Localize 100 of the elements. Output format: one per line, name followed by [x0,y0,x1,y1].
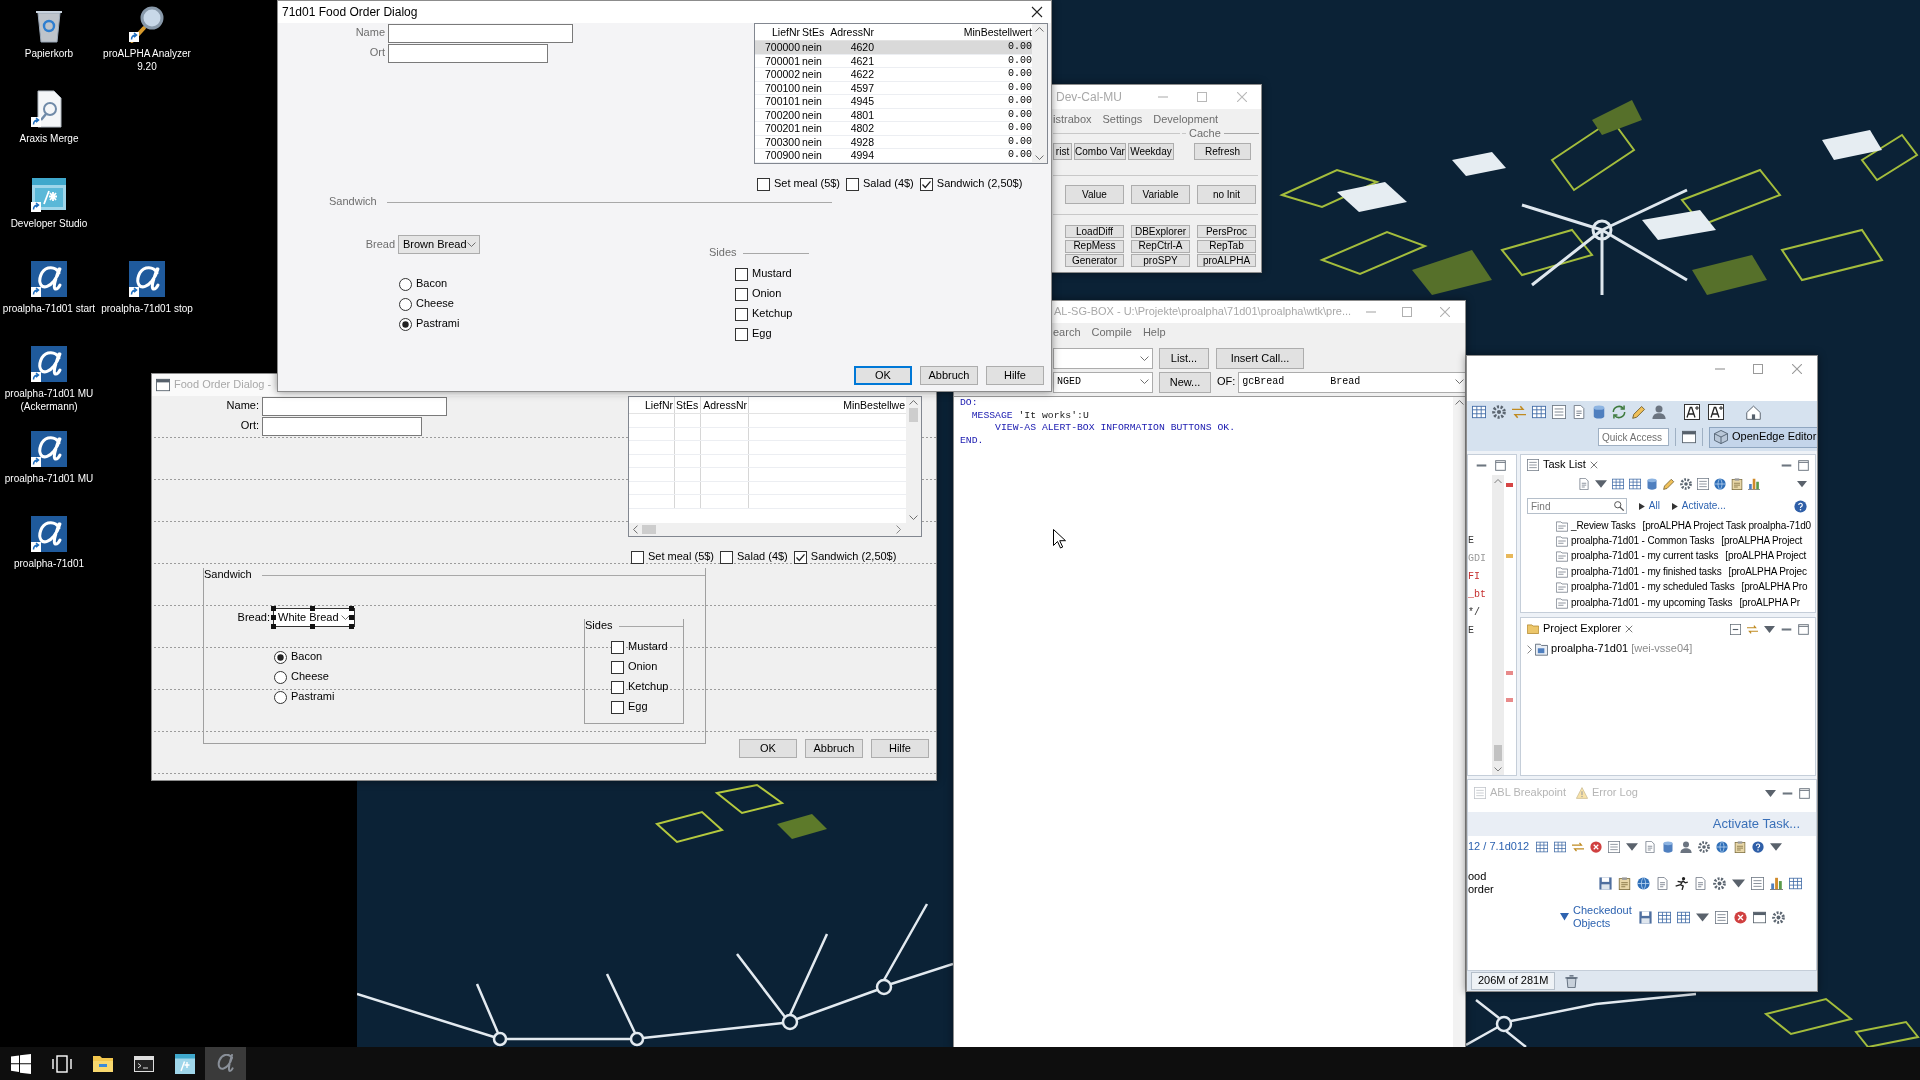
tool-button[interactable]: Combo Var [1074,143,1126,160]
text-field[interactable] [262,396,447,416]
bar-chart-icon[interactable] [1748,478,1760,490]
table-row[interactable]: 700200 nein 4801 0.00 [755,108,1032,122]
table-row[interactable]: 700201 nein 4802 0.00 [755,122,1032,136]
triangle-down-icon[interactable] [1770,841,1782,853]
text-size-icon[interactable] [1708,404,1724,420]
help-icon[interactable] [1794,499,1807,513]
maximize-icon[interactable] [1799,787,1810,799]
checkbox[interactable] [846,177,860,191]
list-icon[interactable] [1715,910,1728,924]
gear-icon[interactable] [1772,910,1785,924]
gear-icon[interactable] [1492,405,1506,419]
task-list-item[interactable]: proalpha-71d01 - my current tasks [proALPHA Project [1556,548,1807,565]
table-icon[interactable] [1532,405,1546,419]
table-icon[interactable] [1677,910,1690,924]
menu-item[interactable]: Help [1142,326,1166,340]
checkbox[interactable] [611,640,624,654]
checkbox[interactable] [735,307,748,321]
menu-item[interactable]: Development [1153,112,1219,127]
column-header[interactable]: AdressNr [701,397,749,413]
menu-item[interactable]: istrabox [1053,112,1092,127]
section-label[interactable]: Checkedout Objects [1573,904,1635,930]
checkbox-label[interactable]: Set meal (5$) [648,550,715,564]
checkbox[interactable] [611,680,624,694]
text-field[interactable] [388,23,573,43]
page-icon[interactable] [1572,405,1586,419]
triangle-down-icon[interactable] [1765,787,1776,799]
radio-button[interactable] [274,690,287,704]
checkbox-label[interactable]: Sandwich (2,50$) [936,177,1023,191]
triangle-right-icon[interactable] [1671,502,1678,510]
globe-icon[interactable] [1637,876,1650,890]
tool-button[interactable]: DBExplorer [1131,225,1190,238]
page-icon[interactable] [1694,876,1707,890]
maximize-icon[interactable] [1798,623,1809,635]
collapse-all-icon[interactable] [1730,623,1741,635]
horizontal-scrollbar[interactable] [629,523,921,536]
data-table[interactable] [754,23,1048,164]
checkbox-label[interactable]: Ketchup [752,307,793,321]
toolbar-button[interactable]: List... [1159,348,1209,369]
desktop-shortcut[interactable]: proalpha-71d01 MU [4,429,94,485]
triangle-right-icon[interactable] [1639,502,1645,510]
table-row[interactable]: 700300 nein 4928 0.00 [755,135,1032,149]
checkbox-label[interactable]: Onion [752,287,782,301]
resize-handle[interactable] [310,624,315,629]
radio-button[interactable] [274,650,287,664]
person-icon[interactable] [1680,841,1692,853]
trash-can-icon[interactable] [1565,974,1579,988]
dialog-button[interactable]: Hilfe [986,366,1044,385]
chevron-up-icon[interactable] [1454,400,1464,406]
code-editor[interactable]: DO: MESSAGE 'It works':U VIEW-AS ALERT-BOX INFORMATION BUTTONS OK. END. [954,396,1465,1049]
text-field[interactable] [262,416,422,436]
tool-button[interactable]: rist [1053,143,1072,160]
database-icon[interactable] [1592,405,1606,419]
task-list-item[interactable]: proalpha-71d01 - my upcoming Tasks [proALPHA Pr [1556,594,1800,611]
dialog-button[interactable]: Hilfe [871,739,929,758]
tool-button[interactable]: RepCtrl-A [1131,239,1190,253]
maximize-icon[interactable] [1753,363,1763,374]
dropdown[interactable]: NGED [1053,371,1153,393]
dropdown[interactable]: Brown Bread [398,235,480,254]
checkbox[interactable] [720,550,734,564]
window-icon[interactable] [1682,430,1696,444]
checkbox-label[interactable]: Mustard [752,267,792,281]
tool-button[interactable]: PersProc [1197,225,1256,238]
table-row[interactable]: 700000 nein 4620 0.00 [755,41,1032,55]
radio-button[interactable] [274,670,287,684]
menu-item[interactable]: earch [1053,326,1081,340]
column-header[interactable]: MinBestellwert [875,25,1032,39]
task-list-item[interactable]: proalpha-71d01 - my finished tasks [proALPHA Projec [1556,564,1807,580]
dropdown[interactable]: White Bread [273,608,355,627]
tool-button[interactable]: Value [1065,185,1124,204]
radio-label[interactable]: Bacon [291,650,323,664]
pencil-icon[interactable] [1663,478,1675,490]
list-icon[interactable] [1608,841,1620,853]
maximize-icon[interactable] [1798,459,1809,471]
tool-button[interactable]: Generator [1065,254,1124,267]
chevron-down-icon[interactable] [1035,154,1044,160]
desktop-shortcut[interactable]: Papierkorb [24,4,74,60]
globe-icon[interactable] [1714,478,1726,490]
table-row[interactable]: 700002 nein 4622 0.00 [755,68,1032,82]
scrollbar-thumb[interactable] [1494,744,1502,761]
stop-icon[interactable] [1590,841,1602,853]
task-list-item[interactable]: proalpha-71d01 - Common Tasks [proALPHA Project [1556,533,1803,549]
tree-item[interactable]: proalpha-71d01 [wei-vsse04] [1527,640,1693,658]
gear-icon[interactable] [1680,478,1692,490]
database-icon[interactable] [1662,841,1674,853]
checkbox-label[interactable]: Ketchup [628,680,669,694]
checkbox[interactable] [757,177,770,191]
menu-item[interactable]: Settings [1102,112,1143,127]
activate-link[interactable]: Activate Task... [1712,816,1800,832]
triangle-down-icon[interactable] [1696,910,1709,924]
clipboard-icon[interactable] [1731,478,1743,490]
resize-handle[interactable] [310,606,315,611]
clipboard-icon[interactable] [1618,876,1631,890]
checkbox-label[interactable]: Salad (4$) [737,550,788,564]
chevron-down-icon[interactable] [1494,766,1502,771]
window-icon[interactable] [1753,910,1766,924]
menu-item[interactable]: Compile [1091,326,1132,340]
running-figure-icon[interactable] [1675,876,1688,890]
column-header[interactable]: LiefNr [629,397,675,413]
